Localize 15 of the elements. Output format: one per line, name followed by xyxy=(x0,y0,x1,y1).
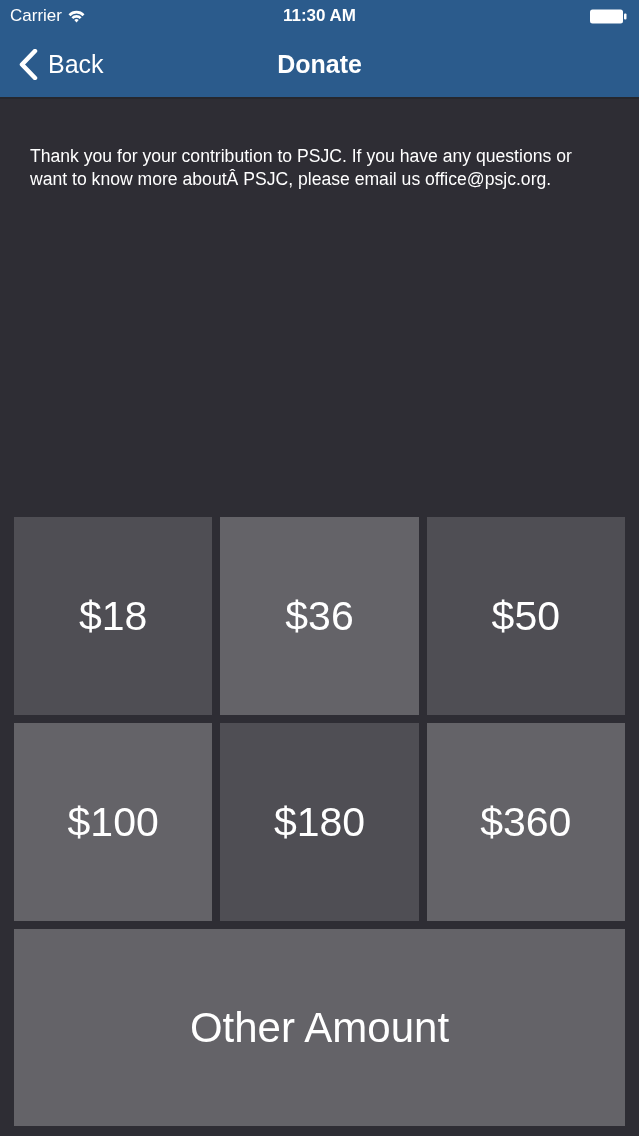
amount-button[interactable]: $360 xyxy=(426,723,625,921)
battery-icon xyxy=(590,8,627,24)
amount-button[interactable]: $18 xyxy=(14,517,213,715)
amount-button[interactable]: $50 xyxy=(426,517,625,715)
carrier-label: Carrier xyxy=(10,6,62,26)
other-amount-button[interactable]: Other Amount xyxy=(14,929,625,1126)
chevron-left-icon xyxy=(18,49,38,80)
screen-title: Donate xyxy=(277,50,362,79)
wifi-icon xyxy=(67,9,85,23)
back-button[interactable]: Back xyxy=(18,49,104,80)
status-time: 11:30 AM xyxy=(282,6,357,26)
amount-button[interactable]: $100 xyxy=(14,723,213,921)
amount-button[interactable]: $36 xyxy=(220,517,419,715)
amount-button[interactable]: $180 xyxy=(220,723,419,921)
thank-you-message: Thank you for your contribution to PSJC. If you have any questions or want to know more aboutÂ PSJC, please email us office@psjc.org. xyxy=(30,145,573,191)
